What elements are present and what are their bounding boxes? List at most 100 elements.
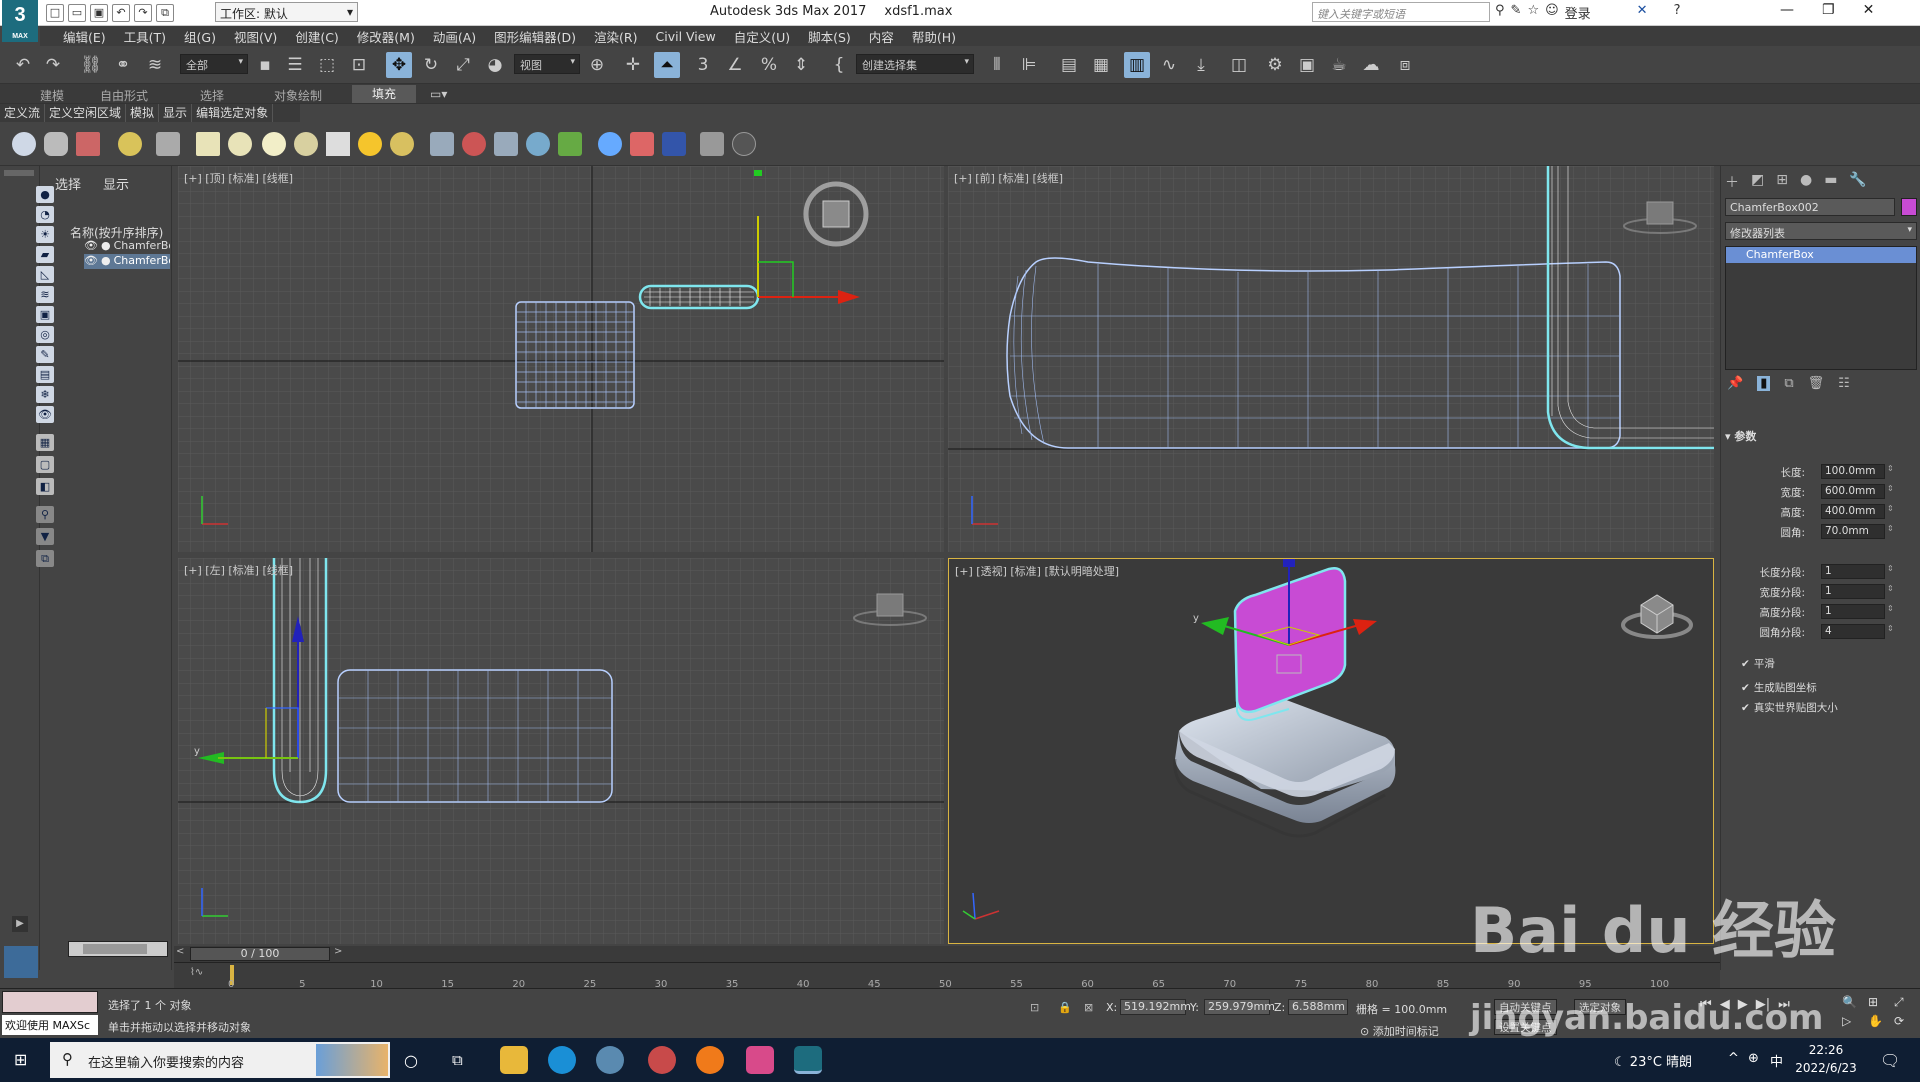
scene-explorer-icon[interactable]: ▥ <box>1124 52 1150 78</box>
rect-selection-icon[interactable]: ⬚ <box>314 52 340 78</box>
scene-tab-display[interactable]: 显示 <box>103 174 129 193</box>
menu-animation[interactable]: 动画(A) <box>424 27 485 46</box>
menu-scripting[interactable]: 脚本(S) <box>799 27 860 46</box>
app-icon-1[interactable] <box>596 1046 624 1074</box>
time-slider[interactable]: 0 / 100 <box>190 947 330 961</box>
close-icon[interactable]: ✕ <box>1863 2 1875 18</box>
spinner-arrows-icon[interactable]: ⇕ <box>1887 504 1894 513</box>
plane-icon[interactable] <box>196 132 220 156</box>
render-production-icon[interactable]: ☕ <box>1326 52 1352 78</box>
settings-icon[interactable] <box>700 132 724 156</box>
curve-editor-icon[interactable]: ∿ <box>1156 52 1182 78</box>
exchange-icon[interactable]: ✕ <box>1637 3 1648 22</box>
redo-icon[interactable]: ↷ <box>40 52 66 78</box>
viewport-layout-icon[interactable] <box>4 946 38 978</box>
find-icon[interactable]: ⚲ <box>36 506 54 523</box>
bowl-icon[interactable] <box>294 132 318 156</box>
filter-none-icon[interactable]: ▢ <box>36 456 54 473</box>
configure-sets-icon[interactable]: ☷ <box>1838 376 1850 391</box>
select-manipulate-icon[interactable]: ✛ <box>620 52 646 78</box>
color-dots-icon[interactable] <box>630 132 654 156</box>
scene-horizontal-scrollbar[interactable] <box>68 941 168 957</box>
pin-stack-icon[interactable]: 📌 <box>1727 376 1743 391</box>
gen-mapping-checkbox[interactable]: ✔ 生成贴图坐标 <box>1741 680 1817 695</box>
select-by-name-icon[interactable]: ☰ <box>282 52 308 78</box>
eye-icon[interactable]: 👁 <box>84 239 98 252</box>
hair-icon[interactable] <box>558 132 582 156</box>
modify-tab-icon[interactable]: ◩ <box>1751 172 1764 192</box>
material-editor-icon[interactable]: ◫ <box>1226 52 1252 78</box>
subtab-simulate[interactable]: 模拟 <box>126 104 160 122</box>
filter-bones-icon[interactable]: ✎ <box>36 346 54 363</box>
height-spinner[interactable]: 400.0mm <box>1821 504 1885 519</box>
width-segs-spinner[interactable]: 1 <box>1821 584 1885 599</box>
scrollbar-thumb[interactable] <box>83 944 147 954</box>
chamferbox-001-shaded[interactable] <box>1173 697 1396 838</box>
fov-icon[interactable]: ▷ <box>1842 1014 1864 1028</box>
tab-selection[interactable]: 选择 <box>200 87 224 104</box>
freeze-icon[interactable]: ● <box>101 254 111 267</box>
width-spinner[interactable]: 600.0mm <box>1821 484 1885 499</box>
object-color-swatch[interactable] <box>1901 198 1917 216</box>
cloud-icon[interactable] <box>44 132 68 156</box>
workspace-dropdown[interactable]: 工作区: 默认 ▾ <box>215 2 358 22</box>
undo-icon[interactable]: ↶ <box>112 4 130 22</box>
height-segs-spinner[interactable]: 1 <box>1821 604 1885 619</box>
add-time-tag[interactable]: ⊙ 添加时间标记 <box>1360 1023 1439 1039</box>
file-explorer-icon[interactable] <box>500 1046 528 1074</box>
tray-chevron-icon[interactable]: ^ <box>1728 1051 1739 1066</box>
render-window-icon[interactable] <box>662 132 686 156</box>
cloth-icon[interactable] <box>494 132 518 156</box>
save-icon[interactable]: ▣ <box>90 4 108 22</box>
mini-curve-icon[interactable]: ⌇∿ <box>190 967 203 978</box>
menu-graph-editors[interactable]: 图形编辑器(D) <box>485 27 585 46</box>
sun-icon[interactable] <box>358 132 382 156</box>
select-place-icon[interactable]: ◕ <box>482 52 508 78</box>
snaps-toggle-icon[interactable]: 3 <box>690 52 716 78</box>
viewport-label-top[interactable]: [+] [顶] [标准] [线框] <box>184 170 293 186</box>
parameters-rollout-header[interactable]: ▾ 参数 <box>1725 428 1917 446</box>
help-icon[interactable]: ? <box>1674 3 1681 22</box>
prev-frame-icon[interactable]: < <box>176 946 184 957</box>
unlink-icon[interactable]: ⚭ <box>110 52 136 78</box>
network-icon[interactable]: ⊕ <box>1748 1051 1759 1066</box>
zoom-all-icon[interactable]: ⊞ <box>1868 995 1890 1010</box>
layer-explorer-icon[interactable]: ▤ <box>1056 52 1082 78</box>
menu-content[interactable]: 内容 <box>860 27 903 46</box>
windows-start-icon[interactable]: ⊞ <box>14 1050 27 1069</box>
star-icon[interactable]: ☆ <box>1527 3 1539 22</box>
menu-rendering[interactable]: 渲染(R) <box>585 27 646 46</box>
eye-icon[interactable]: 👁 <box>84 254 98 267</box>
camera-icon[interactable] <box>156 132 180 156</box>
select-move-icon[interactable]: ✥ <box>386 52 412 78</box>
y-coordinate-field[interactable]: 259.979mm <box>1204 999 1275 1015</box>
length-segs-spinner[interactable]: 1 <box>1821 564 1885 579</box>
ime-indicator[interactable]: 中 <box>1770 1051 1783 1070</box>
length-spinner[interactable]: 100.0mm <box>1821 464 1885 479</box>
expand-arrow-icon[interactable]: ▶ <box>12 916 28 932</box>
scene-item-2[interactable]: 👁●ChamferBox002 <box>84 254 170 269</box>
task-view-icon[interactable]: ⧉ <box>452 1051 463 1069</box>
funnel-icon[interactable]: ▼ <box>36 528 54 545</box>
next-frame-icon[interactable]: > <box>334 946 342 957</box>
display-tab-icon[interactable]: ▬ <box>1824 172 1837 192</box>
tab-freeform[interactable]: 自由形式 <box>100 87 148 104</box>
minimize-icon[interactable]: — <box>1780 2 1794 18</box>
modifier-list-dropdown[interactable]: 修改器列表 ▾ <box>1725 222 1917 240</box>
z-coordinate-field[interactable]: 6.588mm <box>1288 999 1348 1015</box>
bind-spacewarp-icon[interactable]: ≋ <box>142 52 168 78</box>
menu-group[interactable]: 组(G) <box>175 27 225 46</box>
filter-containers-icon[interactable]: ▤ <box>36 366 54 383</box>
utilities-tab-icon[interactable]: 🔧 <box>1849 172 1866 192</box>
tab-modeling[interactable]: 建模 <box>40 87 64 104</box>
filter-xrefs-icon[interactable]: ◎ <box>36 326 54 343</box>
viewport-label-left[interactable]: [+] [左] [标准] [线框] <box>184 562 293 578</box>
menu-help[interactable]: 帮助(H) <box>903 27 965 46</box>
lock-icon[interactable]: 🔒 <box>1058 1001 1072 1014</box>
filter-groups-icon[interactable]: ▣ <box>36 306 54 323</box>
modifier-stack[interactable]: ChamferBox <box>1725 246 1917 370</box>
open-file-icon[interactable]: ▭ <box>68 4 86 22</box>
teapot-icon[interactable] <box>12 132 36 156</box>
real-world-map-checkbox[interactable]: ✔ 真实世界贴图大小 <box>1741 700 1838 715</box>
login-link[interactable]: 登录 <box>1565 3 1591 22</box>
